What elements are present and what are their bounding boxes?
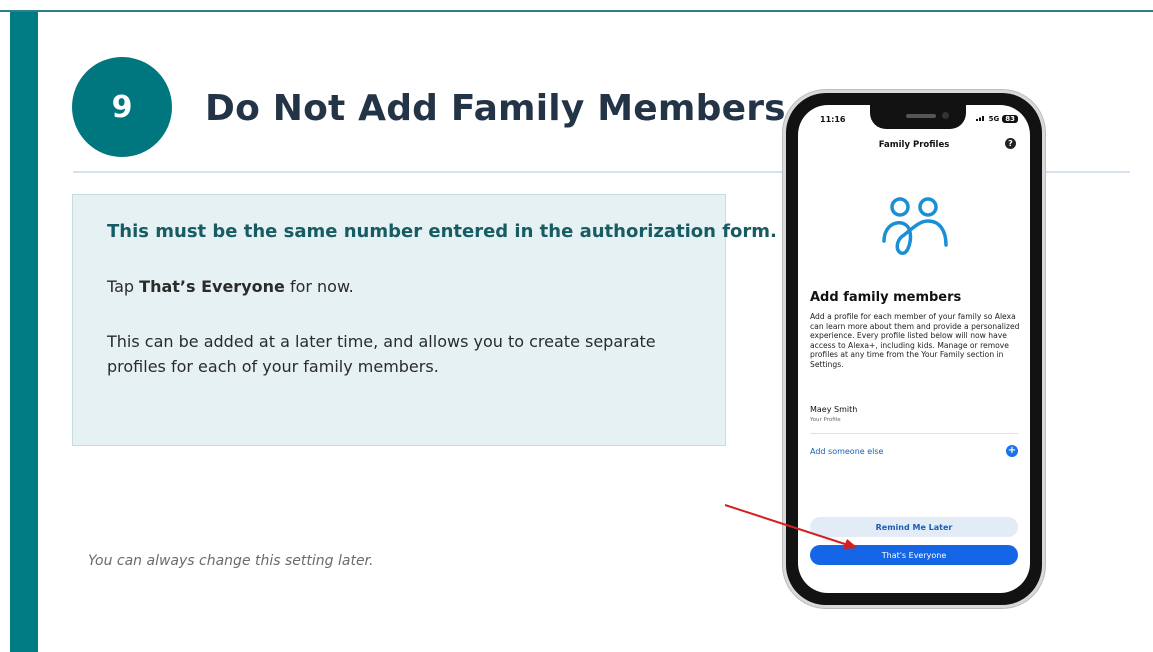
tap-suffix: for now. — [284, 277, 354, 296]
step-number: 9 — [111, 89, 133, 125]
speaker-grille — [906, 114, 936, 118]
add-family-description: Add a profile for each member of your fa… — [810, 312, 1020, 369]
step-number-badge: 9 — [72, 57, 172, 157]
left-accent-bar — [10, 12, 38, 652]
thats-everyone-button[interactable]: That's Everyone — [810, 545, 1018, 565]
network-type: 5G — [988, 114, 1000, 123]
status-time: 11:16 — [820, 115, 846, 124]
instruction-paragraph: This can be added at a later time, and a… — [107, 332, 656, 376]
footnote: You can always change this setting later… — [88, 553, 374, 569]
add-family-heading: Add family members — [810, 290, 962, 305]
add-person-plus-icon[interactable]: + — [1006, 445, 1018, 457]
instruction-tap-line: Tap That’s Everyone for now. — [107, 277, 354, 296]
tap-button-name: That’s Everyone — [139, 277, 285, 296]
list-divider — [810, 433, 1018, 434]
top-rule — [0, 10, 1153, 12]
instruction-box: This must be the same number entered in … — [72, 194, 777, 446]
tap-prefix: Tap — [107, 277, 140, 296]
phone-side-button-right — [1042, 208, 1045, 270]
battery-level: 83 — [1002, 114, 1018, 123]
help-icon[interactable]: ? — [1005, 138, 1016, 149]
phone-mockup: 11:16 5G 83 Family Profiles ? Add family… — [786, 93, 1042, 605]
title-divider — [73, 171, 785, 173]
status-indicators: 5G 83 — [975, 114, 1018, 123]
screen-title: Family Profiles — [878, 140, 950, 150]
front-camera — [942, 112, 949, 119]
phone-notch — [870, 105, 966, 129]
add-someone-else-link[interactable]: Add someone else — [810, 447, 883, 456]
title-divider-right — [1042, 171, 1130, 173]
remind-me-later-button[interactable]: Remind Me Later — [810, 517, 1018, 537]
instruction-heading: This must be the same number entered in … — [107, 221, 777, 242]
profile-subtitle: Your Profile — [810, 417, 841, 423]
family-icon — [882, 197, 948, 255]
signal-icon — [975, 114, 986, 123]
profile-name: Maey Smith — [810, 405, 858, 414]
phone-screen: 11:16 5G 83 Family Profiles ? Add family… — [798, 105, 1030, 593]
page-title: Do Not Add Family Members — [205, 88, 786, 129]
